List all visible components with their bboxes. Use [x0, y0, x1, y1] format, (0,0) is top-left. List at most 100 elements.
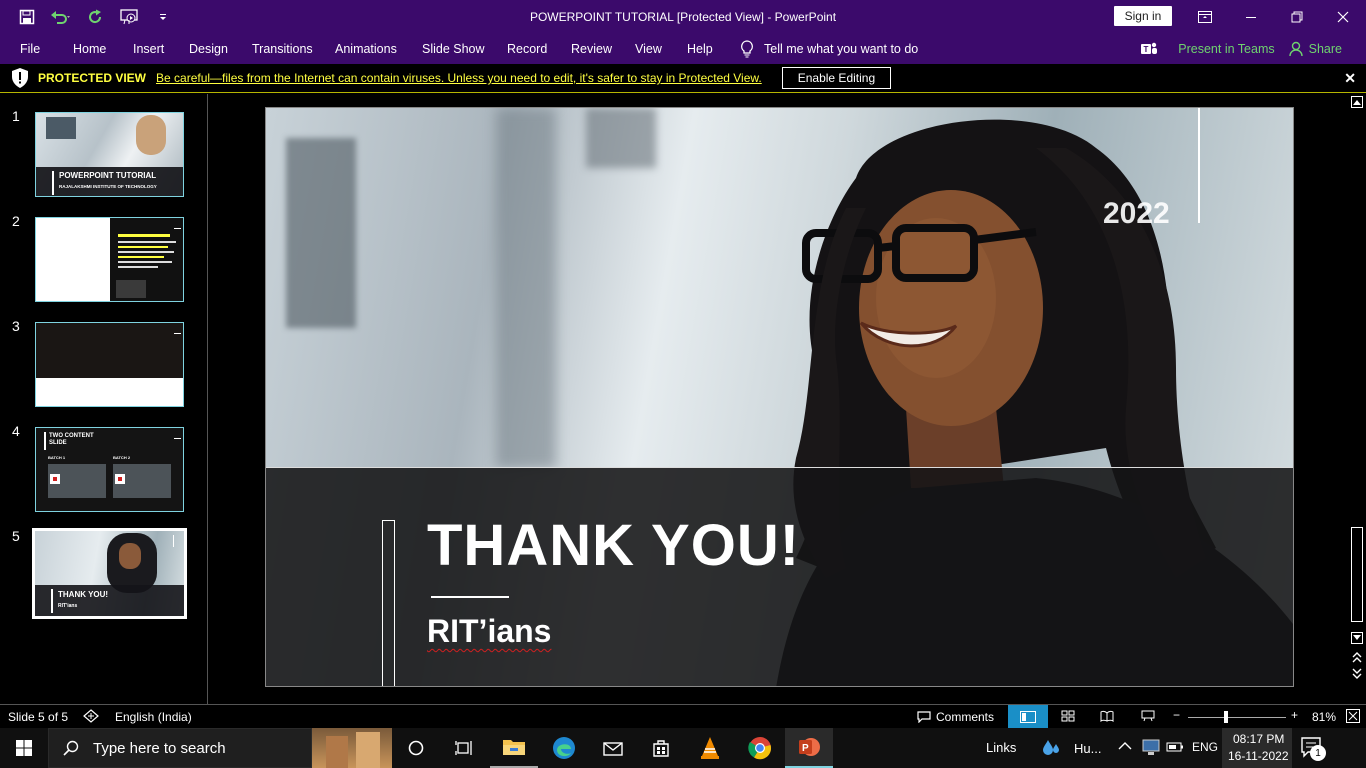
customize-qat-button[interactable]: [148, 3, 178, 31]
save-icon: [19, 9, 35, 24]
zoom-in-button[interactable]: +: [1291, 708, 1298, 722]
tab-view[interactable]: View: [635, 33, 662, 64]
network-tray-button[interactable]: [1142, 739, 1160, 760]
slide-title[interactable]: THANK YOU!: [427, 512, 800, 579]
present-in-teams-button[interactable]: T Present in Teams: [1140, 41, 1275, 57]
normal-view-button[interactable]: [1008, 705, 1048, 729]
input-language[interactable]: ENG: [1192, 740, 1218, 754]
close-icon: [1337, 11, 1349, 22]
slide-thumbnail-3[interactable]: [35, 322, 184, 407]
next-slide-button[interactable]: [1352, 668, 1362, 683]
comments-button[interactable]: Comments: [917, 710, 994, 724]
thumbnail-number: 3: [12, 318, 20, 334]
tab-slide-show[interactable]: Slide Show: [422, 33, 485, 64]
battery-tray-button[interactable]: [1166, 741, 1184, 756]
clock[interactable]: 08:17 PM 16-11-2022: [1222, 728, 1292, 768]
slide-thumbnail-5[interactable]: THANK YOU! RIT'ians: [32, 528, 187, 619]
vlc-button[interactable]: [686, 728, 734, 768]
search-highlight-image[interactable]: [312, 728, 392, 768]
scroll-thumb[interactable]: [1351, 527, 1363, 622]
start-from-beginning-button[interactable]: [114, 3, 144, 31]
store-button[interactable]: [637, 728, 685, 768]
scroll-down-button[interactable]: [1351, 632, 1363, 644]
scroll-up-button[interactable]: [1351, 96, 1363, 108]
notification-center-button[interactable]: 1: [1300, 736, 1326, 763]
start-button[interactable]: [0, 728, 48, 768]
zoom-out-button[interactable]: −: [1173, 708, 1180, 722]
mail-icon: [603, 742, 623, 756]
close-protected-view-icon[interactable]: ✕: [1344, 70, 1356, 87]
ribbon-display-options-button[interactable]: [1182, 0, 1228, 33]
zoom-slider-thumb[interactable]: [1224, 711, 1228, 723]
slide-sorter-button[interactable]: [1061, 710, 1075, 725]
clock-date: 16-11-2022: [1228, 749, 1289, 763]
cortana-button[interactable]: [392, 728, 440, 768]
powerpoint-button[interactable]: P: [785, 728, 833, 768]
chevron-down-icon: [1353, 635, 1361, 640]
accessibility-icon[interactable]: [83, 709, 99, 726]
slide-subtitle[interactable]: RIT’ians: [427, 613, 551, 650]
vertical-scrollbar[interactable]: [1348, 94, 1366, 704]
undo-button[interactable]: [46, 3, 76, 31]
previous-slide-button[interactable]: [1352, 651, 1362, 666]
thumbnail-title: TWO CONTENT SLIDE: [49, 433, 94, 446]
status-bar: Slide 5 of 5 English (India) Comments − …: [0, 704, 1366, 729]
normal-view-icon: [1020, 711, 1036, 723]
thumbnail-subtitle: RAJALAKSHMI INSTITUTE OF TECHNOLOGY: [59, 184, 157, 189]
tab-file[interactable]: File: [20, 33, 40, 64]
thumbnail-number: 1: [12, 108, 20, 124]
slide-editing-area: 2022 THANK YOU! RIT’ians: [209, 94, 1348, 704]
year-text: 2022: [1103, 197, 1170, 230]
presentation-icon: [1141, 710, 1155, 722]
task-view-button[interactable]: [440, 728, 488, 768]
redo-button[interactable]: [80, 3, 110, 31]
slide-thumbnail-1[interactable]: POWERPOINT TUTORIAL RAJALAKSHMI INSTITUT…: [35, 112, 184, 197]
thumbnail-photo-detail: [136, 115, 166, 155]
file-explorer-button[interactable]: [490, 728, 538, 768]
tab-animations[interactable]: Animations: [335, 33, 397, 64]
undo-icon: [51, 10, 70, 24]
tab-review[interactable]: Review: [571, 33, 612, 64]
grid-icon: [1061, 710, 1075, 722]
reading-view-button[interactable]: [1100, 710, 1114, 725]
enable-editing-button[interactable]: Enable Editing: [781, 67, 892, 89]
task-view-icon: [455, 741, 472, 755]
edge-button[interactable]: [540, 728, 588, 768]
tab-home[interactable]: Home: [73, 33, 106, 64]
double-chevron-down-icon: [1352, 668, 1362, 679]
tab-record[interactable]: Record: [507, 33, 547, 64]
chevron-up-icon: [1353, 100, 1361, 105]
show-hidden-icons-button[interactable]: [1118, 740, 1132, 754]
notification-count-badge: 1: [1310, 745, 1326, 761]
weather-widget[interactable]: Hu...: [1040, 728, 1101, 768]
thumbnail-accent-line: [173, 535, 174, 547]
slide-show-button[interactable]: [1141, 710, 1155, 725]
share-button[interactable]: Share: [1288, 41, 1342, 57]
taskbar-search-box[interactable]: Type here to search: [48, 728, 312, 768]
title-panel: THANK YOU! RIT’ians: [266, 467, 1293, 686]
tab-help[interactable]: Help: [687, 33, 713, 64]
mail-button[interactable]: [589, 728, 637, 768]
protected-view-message-link[interactable]: Be careful—files from the Internet can c…: [156, 71, 762, 85]
slide-thumbnail-4[interactable]: TWO CONTENT SLIDE BATCH 1 BATCH 2: [35, 427, 184, 512]
save-button[interactable]: [12, 3, 42, 31]
language-indicator[interactable]: English (India): [115, 710, 192, 724]
close-window-button[interactable]: [1320, 0, 1366, 33]
zoom-slider-track[interactable]: [1188, 717, 1286, 718]
tell-me-search[interactable]: Tell me what you want to do: [740, 39, 918, 58]
zoom-level[interactable]: 81%: [1312, 710, 1336, 724]
links-toolbar[interactable]: Links: [986, 740, 1016, 755]
chrome-button[interactable]: [736, 728, 784, 768]
thumbnail-number: 4: [12, 423, 20, 439]
quick-access-toolbar: [0, 0, 178, 33]
tab-design[interactable]: Design: [189, 33, 228, 64]
minimize-button[interactable]: [1228, 0, 1274, 33]
tab-insert[interactable]: Insert: [133, 33, 164, 64]
fit-slide-button[interactable]: [1346, 709, 1360, 726]
sign-in-button[interactable]: Sign in: [1114, 6, 1172, 26]
share-label: Share: [1308, 41, 1342, 56]
tab-transitions[interactable]: Transitions: [252, 33, 313, 64]
restore-button[interactable]: [1274, 0, 1320, 33]
slide-thumbnail-2[interactable]: [35, 217, 184, 302]
current-slide[interactable]: 2022 THANK YOU! RIT’ians: [265, 107, 1294, 687]
